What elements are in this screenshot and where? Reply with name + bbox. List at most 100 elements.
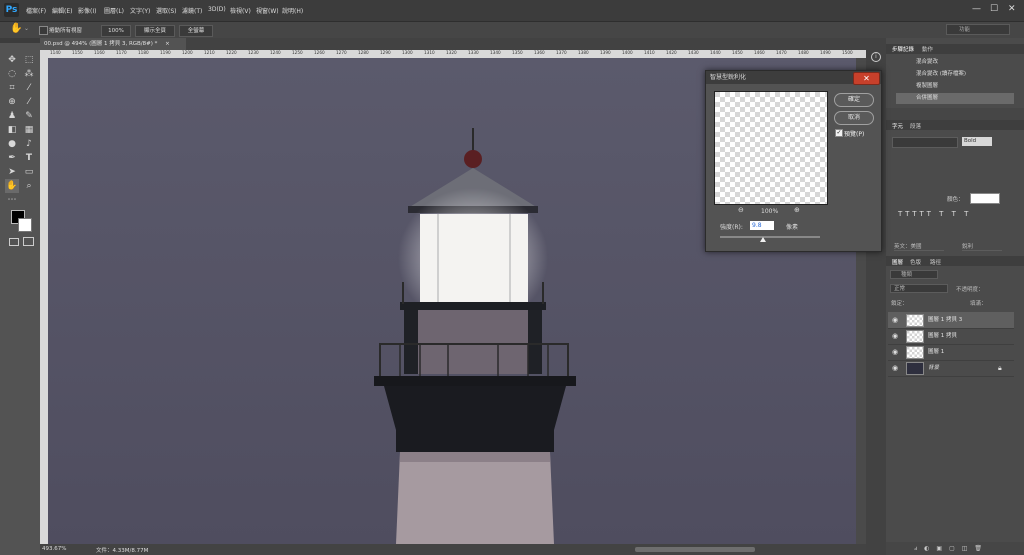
antialias-select[interactable]: 銳利 [962,242,1002,251]
menu-image[interactable]: 影像(I) [78,6,96,15]
layer-row[interactable]: ◉ 背景 🔒︎ [888,360,1014,377]
layer-thumbnail [906,362,924,375]
move-tool-icon[interactable]: ✥ [5,53,19,67]
layer-name: 背景 [928,365,940,371]
zoom-100-button[interactable]: 100% [101,25,131,37]
hand-tool-icon[interactable]: ✋ [10,23,22,34]
quick-mask-icon[interactable] [9,238,19,246]
history-brush-icon[interactable]: ✎ [22,109,36,123]
visibility-eye-icon[interactable]: ◉ [892,344,898,360]
zoom-in-icon[interactable]: ⊕ [794,206,800,214]
fit-screen-button[interactable]: 顯示全頁 [135,25,175,37]
visibility-eye-icon[interactable]: ◉ [892,312,898,328]
menu-file[interactable]: 檔案(F) [26,6,46,15]
tab-history[interactable]: 步驟記錄 [892,45,914,53]
dialog-preview[interactable] [714,91,828,205]
ruler-tick-label: 1300 [402,50,413,55]
layer-row-selected[interactable]: ◉ 圖層 1 拷貝 3 [888,312,1014,329]
font-family-select[interactable] [892,137,958,148]
lasso-tool-icon[interactable]: ◌ [5,67,19,81]
tab-paragraph[interactable]: 段落 [910,122,921,130]
text-color-swatch[interactable] [970,193,1000,204]
path-selection-icon[interactable]: ➤ [5,165,19,179]
tool-preset-chevron-icon[interactable]: ⌄ [24,25,29,32]
font-style-select[interactable]: Bold [962,137,992,146]
zoom-tool-icon[interactable]: ⌕ [22,179,36,193]
menu-edit[interactable]: 編輯(E) [52,6,72,15]
info-icon[interactable]: i [871,52,881,62]
blend-mode-select[interactable]: 正常 [890,284,948,293]
eraser-tool-icon[interactable]: ◧ [5,123,19,137]
layers-footer-icons[interactable]: ⅎ◐▣▢◫🗑︎ [886,542,1024,555]
ruler-tick-label: 1350 [512,50,523,55]
menu-layer[interactable]: 圖層(L) [104,6,124,15]
ok-button[interactable]: 確定 [834,93,874,107]
scroll-all-checkbox[interactable] [39,26,48,35]
status-bar: 493.67% 文件：4.33M/8.77M [40,544,866,555]
text-style-buttons[interactable]: TTTTT T T T [898,210,1008,220]
document-tab[interactable]: 00.psd @ 494% (圖層 1 拷貝 3, RGB/8#) * × [40,38,186,50]
tab-character[interactable]: 字元 [892,122,903,130]
menu-view[interactable]: 檢視(V) [230,6,251,15]
magic-wand-icon[interactable]: ⁂ [22,67,36,81]
clone-stamp-icon[interactable]: ♟ [5,109,19,123]
lock-icon: 🔒︎ [998,364,1002,372]
history-item[interactable]: 混合變改 [896,57,1014,68]
maximize-button[interactable]: ☐ [990,4,998,14]
menu-window[interactable]: 視窗(W) [256,6,279,15]
history-item-selected[interactable]: 合併圖層 [896,93,1014,104]
fill-screen-button[interactable]: 全螢幕 [179,25,213,37]
preview-checkbox[interactable]: ✓ [835,129,843,137]
crop-tool-icon[interactable]: ⌗ [5,81,19,95]
pen-tool-icon[interactable]: ✒ [5,151,19,165]
screen-mode-icon[interactable] [23,237,34,246]
workspace-select[interactable]: 功能 [946,24,1010,35]
tab-layers[interactable]: 圖層 [892,258,903,266]
close-tab-icon[interactable]: × [165,41,170,47]
radius-input[interactable]: 9.8 [750,221,774,230]
ruler-tick-label: 1390 [600,50,611,55]
layer-row[interactable]: ◉ 圖層 1 [888,344,1014,361]
close-window-button[interactable]: ✕ [1008,4,1016,14]
brush-tool-icon[interactable]: ⁄ [22,95,36,109]
background-color-swatch[interactable] [18,218,32,232]
visibility-eye-icon[interactable]: ◉ [892,360,898,376]
layer-thumbnail [906,346,924,359]
tools-panel: ✥ ⬚ ◌ ⁂ ⌗ ⁄ ⊕ ⁄ ♟ ✎ ◧ ▦ ● ♪ ✒ T ➤ ▭ ✋ ⌕ … [0,38,41,555]
edit-toolbar-icon[interactable]: ⋯ [5,193,19,207]
tab-channels[interactable]: 色版 [910,258,921,266]
history-item[interactable]: 複製圖層 [896,81,1014,92]
zoom-out-icon[interactable]: ⊖ [738,206,744,214]
menu-filter[interactable]: 濾鏡(T) [182,6,202,15]
menu-help[interactable]: 說明(H) [282,6,303,15]
language-select[interactable]: 英文：美國 [894,242,944,251]
type-tool-icon[interactable]: T [22,151,36,165]
menu-3d[interactable]: 3D(D) [208,6,226,13]
zoom-level-field[interactable]: 493.67% [42,546,66,552]
visibility-eye-icon[interactable]: ◉ [892,328,898,344]
cancel-button[interactable]: 取消 [834,111,874,125]
menu-type[interactable]: 文字(Y) [130,6,150,15]
marquee-tool-icon[interactable]: ⬚ [22,53,36,67]
hand-tool-active-icon[interactable]: ✋ [5,179,19,193]
ruler-tick-label: 1210 [204,50,215,55]
layer-row[interactable]: ◉ 圖層 1 拷貝 [888,328,1014,345]
history-item[interactable]: 混合變改 (讀存檔案) [896,69,1014,80]
tab-actions[interactable]: 動作 [922,45,933,53]
tab-paths[interactable]: 路徑 [930,258,941,266]
menu-select[interactable]: 選取(S) [156,6,177,15]
radius-slider-track[interactable] [720,236,820,238]
healing-brush-icon[interactable]: ⊕ [5,95,19,109]
toolbar-grip [0,38,40,43]
blur-tool-icon[interactable]: ● [5,137,19,151]
layer-kind-filter[interactable]: 種類 [890,270,938,279]
dialog-close-button[interactable]: ✕ [853,72,880,85]
gradient-tool-icon[interactable]: ▦ [22,123,36,137]
eyedropper-icon[interactable]: ⁄ [22,81,36,95]
horizontal-scrollbar-thumb[interactable] [635,547,755,552]
radius-slider-thumb[interactable] [760,237,766,242]
minimize-button[interactable]: — [972,4,981,14]
ruler-tick-label: 1340 [490,50,501,55]
rectangle-tool-icon[interactable]: ▭ [22,165,36,179]
dodge-tool-icon[interactable]: ♪ [22,137,36,151]
